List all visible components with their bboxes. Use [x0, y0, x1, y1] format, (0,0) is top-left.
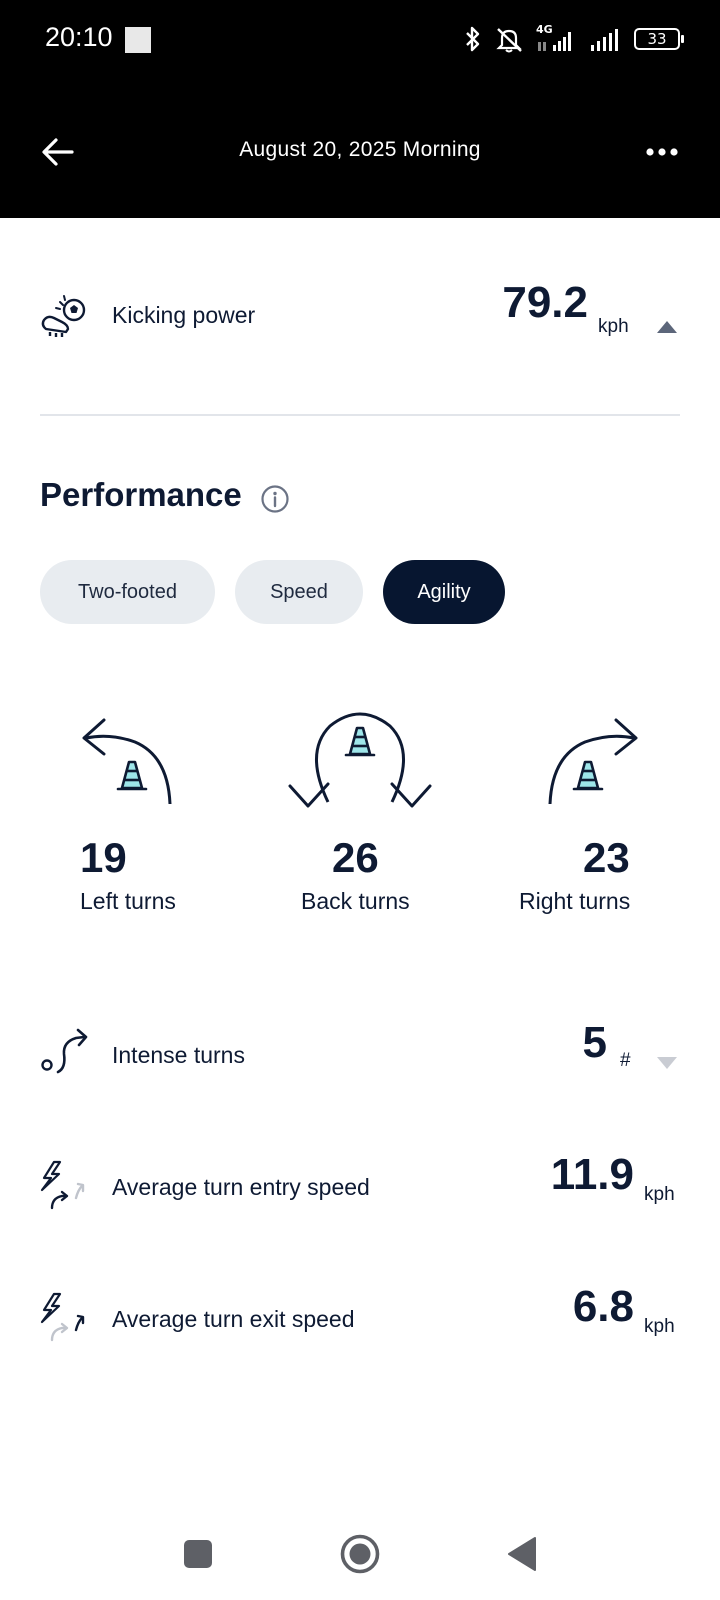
signal-4g-icon: 4G [536, 23, 576, 53]
back-turns-label: Back turns [301, 888, 410, 914]
intense-turn-icon [41, 1028, 88, 1074]
turn-entry-speed-label: Average turn entry speed [112, 1174, 370, 1200]
turn-exit-speed-icon [40, 1292, 85, 1342]
back-nav-button[interactable] [498, 1530, 546, 1578]
kick-ball-icon [41, 295, 86, 337]
status-time: 20:10 [45, 22, 113, 52]
notification-icon [125, 27, 151, 53]
turn-entry-speed-value: 11.9 [550, 1150, 634, 1199]
divider [40, 414, 680, 416]
signal-icon [591, 29, 618, 51]
kicking-power-unit: kph [598, 316, 629, 337]
more-options-button[interactable] [640, 134, 684, 170]
turn-exit-speed-value: 6.8 [572, 1282, 634, 1331]
back-turn-icon [288, 712, 432, 808]
right-turns-label: Right turns [519, 888, 631, 914]
turn-entry-speed-icon [40, 1160, 85, 1210]
tab-two-footed[interactable]: Two-footed [40, 560, 215, 624]
recents-button[interactable] [174, 1530, 222, 1578]
status-icons: 4G 33 [464, 22, 684, 56]
back-turns-value: 26 [332, 834, 379, 881]
tab-agility[interactable]: Agility [383, 560, 505, 624]
top-bar: 20:10 4G 33 August 20, 2025 Morning [0, 0, 720, 218]
bluetooth-icon [466, 26, 480, 52]
page-title: August 20, 2025 Morning [239, 138, 481, 161]
triangle-down-icon [657, 1057, 677, 1069]
info-icon[interactable] [260, 484, 290, 514]
kicking-power-value: 79.2 [502, 278, 588, 327]
left-turns-label: Left turns [80, 888, 176, 914]
right-turns-value: 23 [583, 834, 630, 881]
mute-bell-icon [496, 28, 522, 53]
turn-exit-speed-label: Average turn exit speed [112, 1306, 355, 1332]
square-icon [184, 1540, 212, 1568]
home-button[interactable] [336, 1530, 384, 1578]
intense-turns-label: Intense turns [112, 1042, 245, 1068]
turn-exit-speed-unit: kph [644, 1316, 675, 1337]
triangle-back-icon [508, 1537, 536, 1571]
kicking-power-label: Kicking power [112, 302, 256, 328]
intense-turns-value: 5 [582, 1018, 607, 1067]
left-turn-icon [82, 718, 172, 805]
more-horizontal-icon [646, 148, 678, 156]
turn-entry-speed-unit: kph [644, 1184, 675, 1205]
right-turn-icon [548, 718, 638, 805]
battery-icon: 33 [634, 28, 684, 50]
intense-turns-unit: # [620, 1050, 631, 1071]
triangle-up-icon [657, 321, 677, 333]
tab-speed[interactable]: Speed [235, 560, 363, 624]
left-turns-value: 19 [80, 834, 127, 881]
home-circle-icon [340, 1534, 380, 1574]
section-title: Performance [40, 476, 242, 513]
